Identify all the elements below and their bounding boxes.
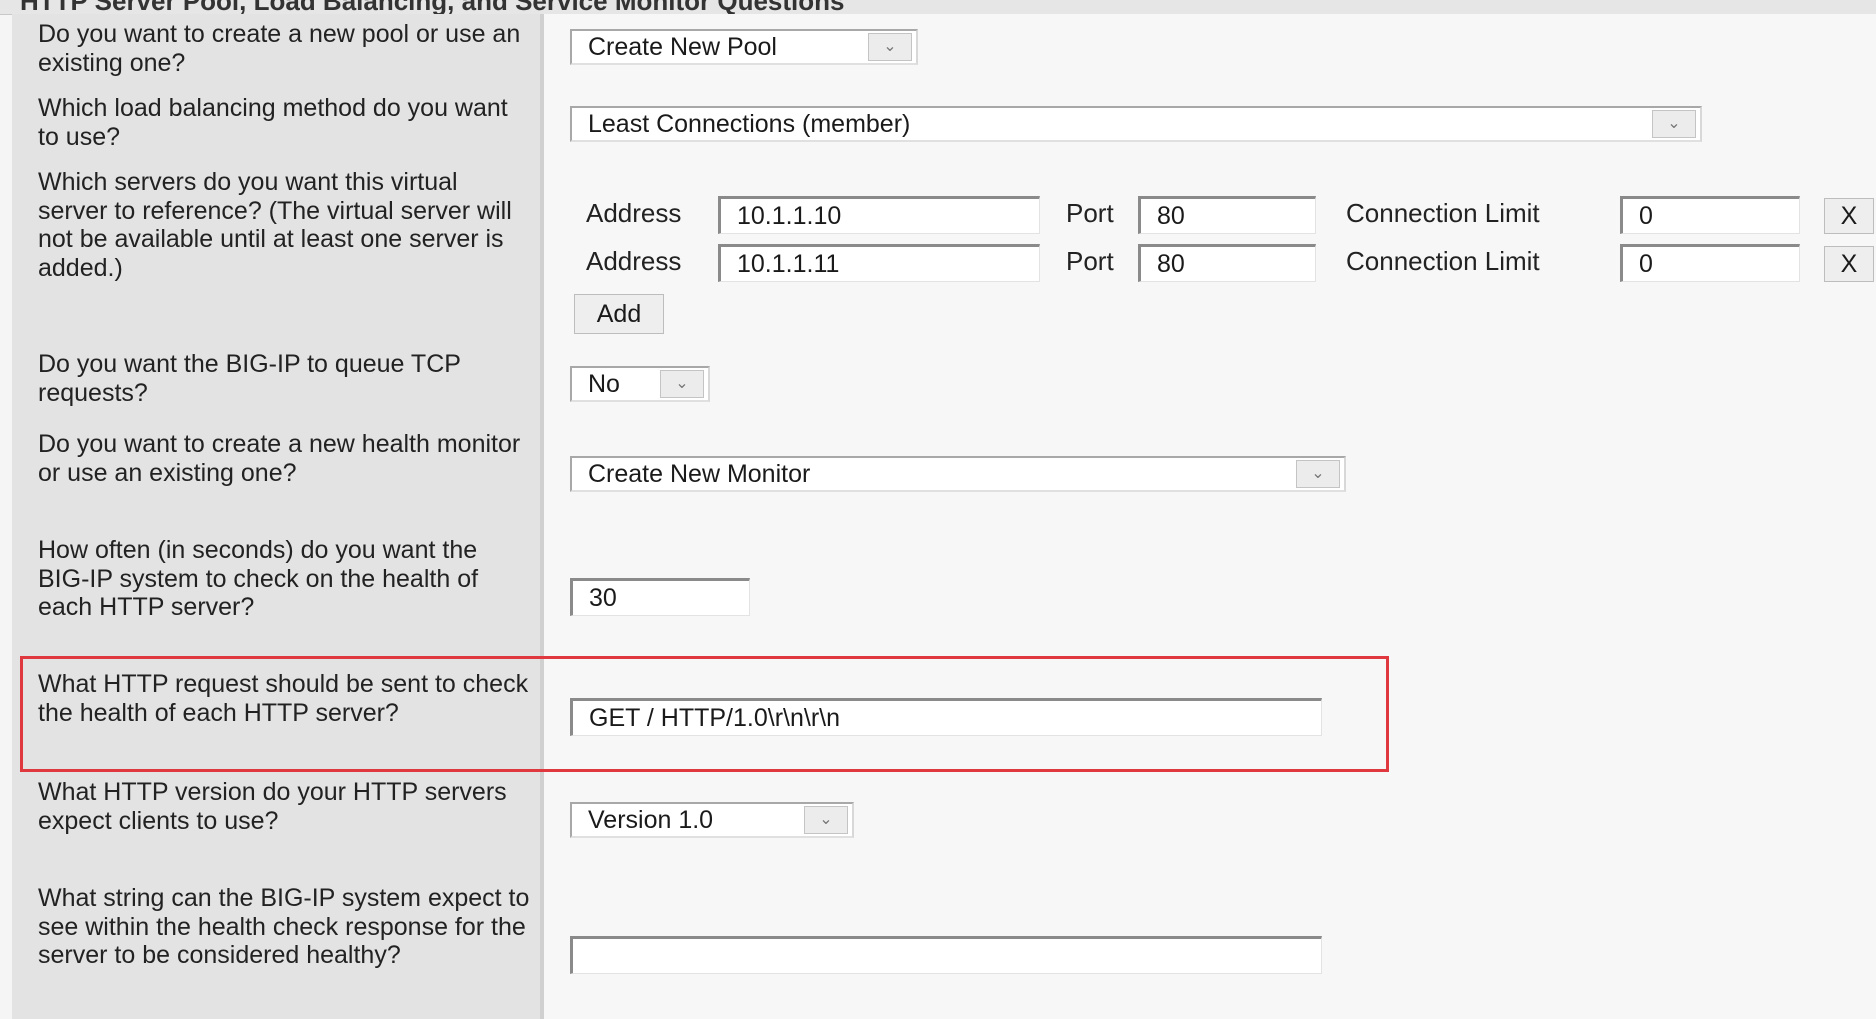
row-receive-string: What string can the BIG-IP system expect…: [12, 878, 1876, 1019]
pool-select[interactable]: Create New Pool ⌄: [570, 29, 918, 65]
row-interval: How often (in seconds) do you want the B…: [12, 530, 1876, 665]
row-queue: Do you want the BIG-IP to queue TCP requ…: [12, 344, 1876, 425]
question-http-version: What HTTP version do your HTTP servers e…: [12, 772, 544, 878]
remove-server-button[interactable]: X: [1824, 198, 1874, 234]
answer-servers: Address 10.1.1.10 Port 80 Connection Lim…: [544, 162, 1876, 344]
chevron-down-icon: ⌄: [660, 370, 704, 398]
answer-queue: No ⌄: [544, 344, 1876, 424]
answer-monitor: Create New Monitor ⌄: [544, 424, 1876, 530]
answer-pool: Create New Pool ⌄: [544, 14, 1876, 88]
question-interval: How often (in seconds) do you want the B…: [12, 530, 544, 664]
address-label: Address: [586, 246, 682, 276]
pool-select-value: Create New Pool: [588, 33, 777, 61]
monitor-select-value: Create New Monitor: [588, 460, 811, 488]
address-label: Address: [586, 198, 682, 228]
answer-load-balancing: Least Connections (member) ⌄: [544, 88, 1876, 162]
chevron-down-icon: ⌄: [804, 806, 848, 834]
question-pool: Do you want to create a new pool or use …: [12, 14, 544, 88]
question-http-request: What HTTP request should be sent to chec…: [12, 664, 544, 772]
load-balancing-select-value: Least Connections (member): [588, 110, 911, 138]
section-title: HTTP Server Pool, Load Balancing, and Se…: [20, 0, 845, 15]
row-servers: Which servers do you want this virtual s…: [12, 162, 1876, 345]
server-port-input[interactable]: 80: [1138, 244, 1316, 282]
interval-input[interactable]: 30: [570, 578, 750, 616]
monitor-select[interactable]: Create New Monitor ⌄: [570, 456, 1346, 492]
question-receive-string: What string can the BIG-IP system expect…: [12, 878, 544, 1019]
http-version-select-value: Version 1.0: [588, 806, 714, 834]
connection-limit-input[interactable]: 0: [1620, 244, 1800, 282]
close-icon: X: [1840, 250, 1858, 278]
connection-limit-input[interactable]: 0: [1620, 196, 1800, 234]
row-http-request: What HTTP request should be sent to chec…: [12, 664, 1876, 773]
http-request-input[interactable]: GET / HTTP/1.0\r\n\r\n: [570, 698, 1322, 736]
answer-http-request: GET / HTTP/1.0\r\n\r\n: [544, 664, 1876, 772]
http-version-select[interactable]: Version 1.0 ⌄: [570, 802, 854, 838]
port-label: Port: [1066, 246, 1114, 276]
answer-receive-string: [544, 878, 1876, 1019]
server-address-input[interactable]: 10.1.1.11: [718, 244, 1040, 282]
question-servers: Which servers do you want this virtual s…: [12, 162, 544, 344]
close-icon: X: [1840, 202, 1858, 230]
connection-limit-label: Connection Limit: [1346, 246, 1540, 276]
chevron-down-icon: ⌄: [1296, 460, 1340, 488]
section-header: HTTP Server Pool, Load Balancing, and Se…: [0, 0, 1876, 15]
receive-string-input[interactable]: [570, 936, 1322, 974]
connection-limit-label: Connection Limit: [1346, 198, 1540, 228]
row-http-version: What HTTP version do your HTTP servers e…: [12, 772, 1876, 879]
queue-select-value: No: [588, 370, 620, 398]
load-balancing-select[interactable]: Least Connections (member) ⌄: [570, 106, 1702, 142]
add-server-button[interactable]: Add: [574, 294, 664, 334]
server-port-input[interactable]: 80: [1138, 196, 1316, 234]
row-monitor: Do you want to create a new health monit…: [12, 424, 1876, 531]
server-address-input[interactable]: 10.1.1.10: [718, 196, 1040, 234]
chevron-down-icon: ⌄: [1652, 110, 1696, 138]
row-pool: Do you want to create a new pool or use …: [12, 14, 1876, 89]
queue-select[interactable]: No ⌄: [570, 366, 710, 402]
row-load-balancing: Which load balancing method do you want …: [12, 88, 1876, 163]
question-monitor: Do you want to create a new health monit…: [12, 424, 544, 530]
port-label: Port: [1066, 198, 1114, 228]
question-load-balancing: Which load balancing method do you want …: [12, 88, 544, 162]
answer-http-version: Version 1.0 ⌄: [544, 772, 1876, 878]
configuration-form: Do you want to create a new pool or use …: [12, 14, 1876, 1019]
chevron-down-icon: ⌄: [868, 33, 912, 61]
answer-interval: 30: [544, 530, 1876, 664]
question-queue: Do you want the BIG-IP to queue TCP requ…: [12, 344, 544, 424]
remove-server-button[interactable]: X: [1824, 246, 1874, 282]
